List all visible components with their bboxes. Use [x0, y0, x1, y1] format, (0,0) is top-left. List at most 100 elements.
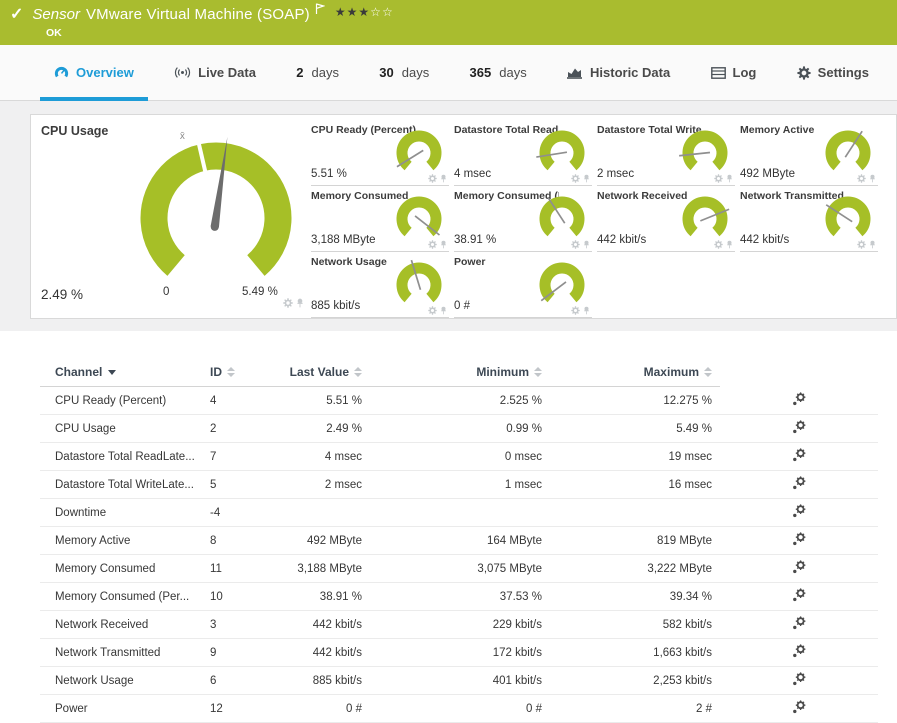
column-header-maximum[interactable]: Maximum — [550, 358, 720, 387]
gauge-tile-datastore-total-writel[interactable]: Datastore Total WriteL... 2 msec — [597, 123, 735, 186]
cell-id: 3 — [205, 610, 265, 639]
column-header-minimum[interactable]: Minimum — [370, 358, 550, 387]
cell-last-value: 0 # — [265, 694, 370, 723]
cell-maximum: 16 msec — [550, 470, 720, 499]
priority-stars[interactable]: ★★★☆☆ — [335, 5, 394, 19]
pin-icon[interactable] — [726, 240, 733, 249]
cell-maximum: 5.49 % — [550, 414, 720, 443]
cell-maximum: 19 msec — [550, 442, 720, 471]
pin-icon[interactable] — [583, 174, 590, 183]
channel-settings-icon[interactable] — [792, 504, 806, 521]
channel-settings-icon[interactable] — [792, 448, 806, 465]
cell-last-value: 3,188 MByte — [265, 554, 370, 583]
gear-icon[interactable] — [714, 174, 723, 183]
tab-365-days[interactable]: 365 days — [456, 45, 541, 100]
table-row[interactable]: Network Transmitted 9 442 kbit/s 172 kbi… — [40, 638, 878, 667]
flag-icon[interactable] — [315, 2, 326, 20]
table-row[interactable]: Power 12 0 # 0 # 2 # — [40, 694, 878, 723]
cell-id: 5 — [205, 470, 265, 499]
gear-icon[interactable] — [428, 240, 437, 249]
gear-icon[interactable] — [857, 174, 866, 183]
live-icon — [174, 66, 191, 79]
cell-minimum: 172 kbit/s — [370, 638, 550, 667]
cell-channel: CPU Usage — [40, 414, 205, 443]
pin-icon[interactable] — [440, 174, 447, 183]
channel-settings-icon[interactable] — [792, 588, 806, 605]
pin-icon[interactable] — [296, 298, 304, 308]
channel-settings-icon[interactable] — [792, 560, 806, 577]
channel-settings-icon[interactable] — [792, 476, 806, 493]
column-header-last-value[interactable]: Last Value — [265, 358, 370, 387]
channel-settings-icon[interactable] — [792, 644, 806, 661]
table-row[interactable]: Memory Active 8 492 MByte 164 MByte 819 … — [40, 526, 878, 555]
gauge-tile-network-usage[interactable]: Network Usage 885 kbit/s — [311, 255, 449, 318]
gauge-tile-cpu-ready-percent[interactable]: CPU Ready (Percent) 5.51 % — [311, 123, 449, 186]
table-row[interactable]: CPU Ready (Percent) 4 5.51 % 2.525 % 12.… — [40, 386, 878, 415]
cell-last-value: 2.49 % — [265, 414, 370, 443]
tab-live-data[interactable]: Live Data — [160, 45, 270, 100]
tab-settings[interactable]: Settings — [783, 45, 883, 100]
tab-historic-data[interactable]: Historic Data — [553, 45, 684, 100]
table-row[interactable]: CPU Usage 2 2.49 % 0.99 % 5.49 % — [40, 414, 878, 443]
gear-icon[interactable] — [714, 240, 723, 249]
channel-settings-icon[interactable] — [792, 700, 806, 717]
pin-icon[interactable] — [440, 240, 447, 249]
pin-icon[interactable] — [726, 174, 733, 183]
cell-channel: Datastore Total ReadLate... — [40, 442, 205, 471]
cell-channel: Network Usage — [40, 666, 205, 695]
table-row[interactable]: Memory Consumed 11 3,188 MByte 3,075 MBy… — [40, 554, 878, 583]
pin-icon[interactable] — [583, 240, 590, 249]
gauge-tile-memory-consumed-p[interactable]: Memory Consumed (P... 38.91 % — [454, 189, 592, 252]
pin-icon[interactable] — [869, 174, 876, 183]
tab-overview[interactable]: Overview — [40, 45, 148, 101]
gauge-tile-network-received[interactable]: Network Received 442 kbit/s — [597, 189, 735, 252]
mini-gauge-value: 2 msec — [597, 168, 635, 180]
channel-table-section: Channel ID Last Value Minimum Maximum CPU Re… — [0, 331, 897, 723]
channel-settings-icon[interactable] — [792, 616, 806, 633]
table-row[interactable]: Datastore Total ReadLate... 7 4 msec 0 m… — [40, 442, 878, 471]
gauge-tile-power[interactable]: Power 0 # — [454, 255, 592, 318]
channel-settings-icon[interactable] — [792, 672, 806, 689]
mini-gauge — [825, 130, 871, 171]
sensor-header: ✓ Sensor VMware Virtual Machine (SOAP) ★… — [0, 0, 897, 45]
gauge-tile-network-transmitted[interactable]: Network Transmitted 442 kbit/s — [740, 189, 878, 252]
channel-settings-icon[interactable] — [792, 420, 806, 437]
mini-gauge-grid: CPU Ready (Percent) 5.51 % Datastore Tot… — [311, 123, 883, 321]
table-row[interactable]: Downtime -4 — [40, 498, 878, 527]
gear-icon[interactable] — [283, 298, 293, 308]
column-header-id[interactable]: ID — [205, 358, 265, 387]
table-row[interactable]: Memory Consumed (Per... 10 38.91 % 37.53… — [40, 582, 878, 611]
tab-log[interactable]: Log — [697, 45, 771, 100]
pin-icon[interactable] — [869, 240, 876, 249]
tab-label: Historic Data — [590, 65, 671, 80]
cpu-usage-gauge[interactable]: x̄ — [121, 123, 311, 313]
cell-id: 10 — [205, 582, 265, 611]
tab-label: Overview — [76, 65, 134, 80]
pin-icon[interactable] — [440, 306, 447, 315]
gear-icon[interactable] — [428, 174, 437, 183]
gauge-tile-memory-consumed[interactable]: Memory Consumed 3,188 MByte — [311, 189, 449, 252]
gear-icon[interactable] — [571, 306, 580, 315]
column-header-channel[interactable]: Channel — [40, 358, 205, 387]
cell-minimum: 3,075 MByte — [370, 554, 550, 583]
table-row[interactable]: Network Usage 6 885 kbit/s 401 kbit/s 2,… — [40, 666, 878, 695]
gear-icon[interactable] — [857, 240, 866, 249]
gear-icon[interactable] — [571, 174, 580, 183]
cell-minimum: 0 msec — [370, 442, 550, 471]
tab-2-days[interactable]: 2 days — [282, 45, 353, 100]
gear-icon[interactable] — [571, 240, 580, 249]
tab-label: Live Data — [198, 65, 256, 80]
table-row[interactable]: Datastore Total WriteLate... 5 2 msec 1 … — [40, 470, 878, 499]
cell-last-value: 492 MByte — [265, 526, 370, 555]
tab-30-days[interactable]: 30 days — [365, 45, 443, 100]
cell-maximum: 12.275 % — [550, 386, 720, 415]
gauge-tile-memory-active[interactable]: Memory Active 492 MByte — [740, 123, 878, 186]
channel-settings-icon[interactable] — [792, 532, 806, 549]
gear-icon[interactable] — [428, 306, 437, 315]
pin-icon[interactable] — [583, 306, 590, 315]
channel-settings-icon[interactable] — [792, 392, 806, 409]
cell-id: 9 — [205, 638, 265, 667]
cell-maximum: 2,253 kbit/s — [550, 666, 720, 695]
gauge-tile-datastore-total-readla[interactable]: Datastore Total ReadLa... 4 msec — [454, 123, 592, 186]
table-row[interactable]: Network Received 3 442 kbit/s 229 kbit/s… — [40, 610, 878, 639]
